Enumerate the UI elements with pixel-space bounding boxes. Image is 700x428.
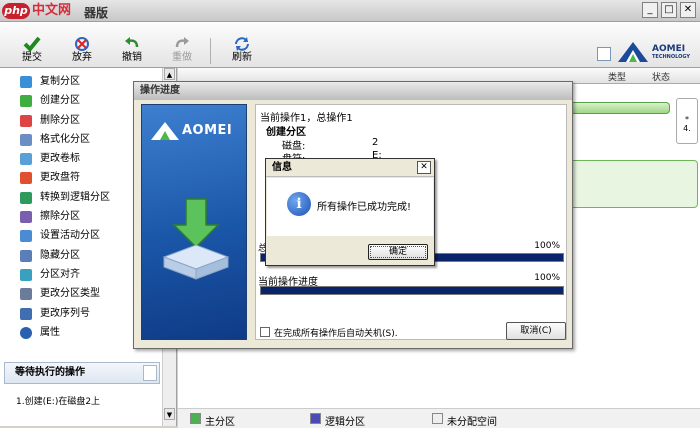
message-close-button[interactable]: ✕ [417, 161, 431, 174]
partition-usage-bar [570, 102, 670, 114]
redo-button[interactable]: 重做 [162, 36, 202, 66]
logo-line1: AOMEI [652, 44, 686, 54]
refresh-button[interactable]: 刷新 [222, 36, 262, 66]
wipe-partition-icon [20, 211, 32, 224]
change-label-icon [20, 153, 32, 166]
set-active-icon [20, 230, 32, 243]
message-title: 信息 [266, 159, 434, 177]
scroll-up-icon[interactable]: ▲ [164, 68, 175, 80]
watermark-brand: php [2, 3, 30, 19]
legend-primary: 主分区 [205, 417, 235, 428]
message-text: 所有操作已成功完成! [317, 202, 412, 213]
pending-operations-header: 等待执行的操作 [4, 362, 160, 384]
checkmark-icon [23, 36, 41, 52]
undo-label: 撤销 [122, 52, 142, 63]
current-progress-bar [260, 286, 564, 295]
banner-brand: AOMEI [182, 123, 233, 138]
maximize-button[interactable]: □ [661, 2, 677, 18]
message-body: i 所有操作已成功完成! [267, 178, 433, 236]
submit-button[interactable]: 提交 [12, 36, 52, 66]
legend-unallocated-swatch [432, 413, 443, 424]
copy-partition-icon [20, 76, 32, 88]
pending-operation-item[interactable]: 1.创建(E:)在磁盘2上 [16, 394, 100, 407]
logo-line2: TECHNOLOGY [652, 54, 690, 60]
download-disk-icon [162, 198, 230, 280]
info-icon: i [287, 192, 311, 216]
current-operation-text: 当前操作1，总操作1 [260, 113, 353, 124]
info-message-box: 信息 ✕ i 所有操作已成功完成! 确定 [265, 158, 435, 266]
operation-name: 创建分区 [266, 127, 306, 138]
drive-letter-icon [20, 172, 32, 185]
hide-partition-icon [20, 249, 32, 262]
progress-banner: AOMEI [141, 104, 247, 340]
legend-primary-swatch [190, 413, 201, 424]
current-progress-percent: 100% [534, 273, 560, 283]
auto-shutdown-checkbox[interactable] [260, 327, 270, 337]
watermark-logo: php 中文网 [2, 3, 84, 19]
partition-legend: 主分区 逻辑分区 未分配空间 [178, 408, 700, 428]
total-progress-percent: 100% [534, 241, 560, 251]
discard-label: 放弃 [72, 52, 92, 63]
aomei-logo: AOMEI TECHNOLOGY [616, 38, 696, 66]
redo-icon [175, 37, 189, 48]
auto-shutdown-label: 在完成所有操作后自动关机(S). [274, 329, 398, 339]
column-status[interactable]: 状态 [652, 70, 670, 83]
undo-icon [125, 37, 139, 48]
toolbar: 提交 放弃 撤销 重做 刷新 [0, 22, 700, 68]
title-bar: php 中文网 器版 _ □ ✕ [0, 0, 700, 22]
partition-mini-box[interactable]: * 4. [676, 98, 698, 144]
create-partition-icon [20, 95, 32, 108]
ok-button[interactable]: 确定 [368, 244, 428, 260]
minimize-button[interactable]: _ [642, 2, 658, 18]
watermark-text: 中文网 [32, 3, 72, 18]
refresh-label: 刷新 [232, 52, 252, 63]
window-title: 器版 [84, 6, 109, 20]
change-type-icon [20, 288, 32, 301]
discard-button[interactable]: 放弃 [62, 36, 102, 66]
disk-value: 2 [372, 137, 379, 148]
refresh-icon [235, 37, 249, 51]
legend-logical-swatch [310, 413, 321, 424]
discard-icon [75, 37, 89, 51]
toolbar-separator [210, 38, 211, 64]
aomei-mountain-icon [618, 42, 648, 62]
submit-label: 提交 [22, 52, 42, 63]
format-partition-icon [20, 133, 32, 146]
convert-logical-icon [20, 191, 32, 204]
close-button[interactable]: ✕ [680, 2, 696, 18]
toolbar-checkbox[interactable] [597, 47, 611, 61]
delete-partition-icon [20, 114, 32, 127]
progress-dialog-title: 操作进度 [134, 82, 572, 100]
redo-label: 重做 [172, 52, 192, 63]
aomei-banner-logo-icon [151, 122, 179, 140]
scroll-down-icon[interactable]: ▼ [164, 408, 175, 420]
undo-button[interactable]: 撤销 [112, 36, 152, 66]
cancel-button[interactable]: 取消(C) [506, 322, 566, 340]
legend-unallocated: 未分配空间 [447, 417, 497, 428]
align-partition-icon [20, 268, 32, 281]
pending-collapse-icon[interactable] [143, 365, 157, 381]
change-serial-icon [20, 307, 32, 320]
legend-logical: 逻辑分区 [325, 417, 365, 428]
column-type[interactable]: 类型 [608, 70, 626, 83]
properties-icon [20, 326, 32, 339]
